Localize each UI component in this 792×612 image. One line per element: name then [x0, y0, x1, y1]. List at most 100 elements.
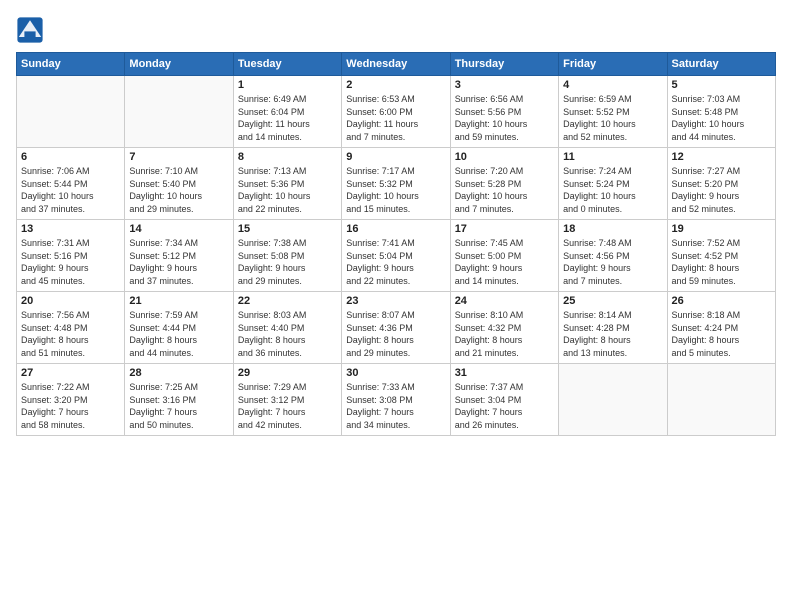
weekday-header-friday: Friday [559, 53, 667, 76]
day-number: 24 [455, 295, 554, 307]
day-info: Sunrise: 7:34 AM Sunset: 5:12 PM Dayligh… [129, 237, 228, 287]
day-cell: 10 Sunrise: 7:20 AM Sunset: 5:28 PM Dayli… [450, 148, 558, 220]
day-number: 5 [672, 79, 771, 91]
day-cell: 27 Sunrise: 7:22 AM Sunset: 3:20 PM Dayli… [17, 364, 125, 436]
day-info: Sunrise: 7:37 AM Sunset: 3:04 PM Dayligh… [455, 381, 554, 431]
day-cell: 9 Sunrise: 7:17 AM Sunset: 5:32 PM Daylig… [342, 148, 450, 220]
day-number: 3 [455, 79, 554, 91]
day-cell: 16Sunrise: 7:41 AM Sunset: 5:04 PM Dayli… [342, 220, 450, 292]
day-info: Sunrise: 7:48 AM Sunset: 4:56 PM Dayligh… [563, 237, 662, 287]
day-info: Sunrise: 7:20 AM Sunset: 5:28 PM Dayligh… [455, 165, 554, 215]
day-info: Sunrise: 7:22 AM Sunset: 3:20 PM Dayligh… [21, 381, 120, 431]
day-number: 20 [21, 295, 120, 307]
day-info: Sunrise: 8:14 AM Sunset: 4:28 PM Dayligh… [563, 309, 662, 359]
day-cell [17, 76, 125, 148]
day-info: Sunrise: 7:31 AM Sunset: 5:16 PM Dayligh… [21, 237, 120, 287]
day-number: 28 [129, 367, 228, 379]
day-cell: 8 Sunrise: 7:13 AM Sunset: 5:36 PM Daylig… [233, 148, 341, 220]
day-number: 30 [346, 367, 445, 379]
weekday-header-saturday: Saturday [667, 53, 775, 76]
day-number: 18 [563, 223, 662, 235]
week-row-1: 6Sunrise: 7:06 AM Sunset: 5:44 PM Daylig… [17, 148, 776, 220]
day-info: Sunrise: 7:45 AM Sunset: 5:00 PM Dayligh… [455, 237, 554, 287]
day-cell: 31 Sunrise: 7:37 AM Sunset: 3:04 PM Dayli… [450, 364, 558, 436]
page-container: SundayMondayTuesdayWednesdayThursdayFrid… [0, 0, 792, 444]
day-number: 23 [346, 295, 445, 307]
weekday-header-thursday: Thursday [450, 53, 558, 76]
day-number: 31 [455, 367, 554, 379]
weekday-header-monday: Monday [125, 53, 233, 76]
day-cell: 3 Sunrise: 6:56 AM Sunset: 5:56 PM Daylig… [450, 76, 558, 148]
day-number: 22 [238, 295, 337, 307]
day-info: Sunrise: 6:56 AM Sunset: 5:56 PM Dayligh… [455, 93, 554, 143]
day-number: 13 [21, 223, 120, 235]
day-cell [667, 364, 775, 436]
day-cell: 15 Sunrise: 7:38 AM Sunset: 5:08 PM Dayli… [233, 220, 341, 292]
day-number: 12 [672, 151, 771, 163]
day-info: Sunrise: 7:10 AM Sunset: 5:40 PM Dayligh… [129, 165, 228, 215]
calendar-table: SundayMondayTuesdayWednesdayThursdayFrid… [16, 52, 776, 436]
day-cell: 30Sunrise: 7:33 AM Sunset: 3:08 PM Dayli… [342, 364, 450, 436]
day-number: 4 [563, 79, 662, 91]
day-cell: 2Sunrise: 6:53 AM Sunset: 6:00 PM Daylig… [342, 76, 450, 148]
weekday-header-sunday: Sunday [17, 53, 125, 76]
day-number: 10 [455, 151, 554, 163]
day-cell: 12 Sunrise: 7:27 AM Sunset: 5:20 PM Dayli… [667, 148, 775, 220]
day-cell: 26Sunrise: 8:18 AM Sunset: 4:24 PM Dayli… [667, 292, 775, 364]
day-number: 15 [238, 223, 337, 235]
day-info: Sunrise: 7:24 AM Sunset: 5:24 PM Dayligh… [563, 165, 662, 215]
day-info: Sunrise: 7:06 AM Sunset: 5:44 PM Dayligh… [21, 165, 120, 215]
day-cell: 18 Sunrise: 7:48 AM Sunset: 4:56 PM Dayli… [559, 220, 667, 292]
day-cell: 24 Sunrise: 8:10 AM Sunset: 4:32 PM Dayli… [450, 292, 558, 364]
day-number: 16 [346, 223, 445, 235]
day-cell: 5 Sunrise: 7:03 AM Sunset: 5:48 PM Daylig… [667, 76, 775, 148]
day-cell: 25 Sunrise: 8:14 AM Sunset: 4:28 PM Dayli… [559, 292, 667, 364]
day-number: 27 [21, 367, 120, 379]
day-info: Sunrise: 7:59 AM Sunset: 4:44 PM Dayligh… [129, 309, 228, 359]
day-number: 8 [238, 151, 337, 163]
day-info: Sunrise: 7:38 AM Sunset: 5:08 PM Dayligh… [238, 237, 337, 287]
day-number: 17 [455, 223, 554, 235]
day-info: Sunrise: 8:18 AM Sunset: 4:24 PM Dayligh… [672, 309, 771, 359]
week-row-4: 27 Sunrise: 7:22 AM Sunset: 3:20 PM Dayli… [17, 364, 776, 436]
day-cell: 6Sunrise: 7:06 AM Sunset: 5:44 PM Daylig… [17, 148, 125, 220]
day-number: 19 [672, 223, 771, 235]
day-cell [125, 76, 233, 148]
day-number: 2 [346, 79, 445, 91]
day-cell: 20 Sunrise: 7:56 AM Sunset: 4:48 PM Dayli… [17, 292, 125, 364]
day-cell: 29Sunrise: 7:29 AM Sunset: 3:12 PM Dayli… [233, 364, 341, 436]
day-number: 11 [563, 151, 662, 163]
header [16, 16, 776, 44]
day-cell: 14 Sunrise: 7:34 AM Sunset: 5:12 PM Dayli… [125, 220, 233, 292]
day-info: Sunrise: 7:17 AM Sunset: 5:32 PM Dayligh… [346, 165, 445, 215]
week-row-0: 1 Sunrise: 6:49 AM Sunset: 6:04 PM Daylig… [17, 76, 776, 148]
day-cell: 4Sunrise: 6:59 AM Sunset: 5:52 PM Daylig… [559, 76, 667, 148]
weekday-header-row: SundayMondayTuesdayWednesdayThursdayFrid… [17, 53, 776, 76]
week-row-2: 13 Sunrise: 7:31 AM Sunset: 5:16 PM Dayli… [17, 220, 776, 292]
day-number: 14 [129, 223, 228, 235]
day-cell: 21Sunrise: 7:59 AM Sunset: 4:44 PM Dayli… [125, 292, 233, 364]
day-info: Sunrise: 8:10 AM Sunset: 4:32 PM Dayligh… [455, 309, 554, 359]
day-info: Sunrise: 7:52 AM Sunset: 4:52 PM Dayligh… [672, 237, 771, 287]
day-info: Sunrise: 7:56 AM Sunset: 4:48 PM Dayligh… [21, 309, 120, 359]
day-cell: 19 Sunrise: 7:52 AM Sunset: 4:52 PM Dayli… [667, 220, 775, 292]
week-row-3: 20 Sunrise: 7:56 AM Sunset: 4:48 PM Dayli… [17, 292, 776, 364]
day-cell: 17 Sunrise: 7:45 AM Sunset: 5:00 PM Dayli… [450, 220, 558, 292]
day-info: Sunrise: 7:25 AM Sunset: 3:16 PM Dayligh… [129, 381, 228, 431]
day-number: 9 [346, 151, 445, 163]
day-cell: 1 Sunrise: 6:49 AM Sunset: 6:04 PM Daylig… [233, 76, 341, 148]
day-cell: 13 Sunrise: 7:31 AM Sunset: 5:16 PM Dayli… [17, 220, 125, 292]
day-number: 25 [563, 295, 662, 307]
day-info: Sunrise: 6:49 AM Sunset: 6:04 PM Dayligh… [238, 93, 337, 143]
day-info: Sunrise: 8:07 AM Sunset: 4:36 PM Dayligh… [346, 309, 445, 359]
day-info: Sunrise: 7:03 AM Sunset: 5:48 PM Dayligh… [672, 93, 771, 143]
day-number: 1 [238, 79, 337, 91]
day-info: Sunrise: 7:27 AM Sunset: 5:20 PM Dayligh… [672, 165, 771, 215]
day-info: Sunrise: 8:03 AM Sunset: 4:40 PM Dayligh… [238, 309, 337, 359]
day-cell: 11 Sunrise: 7:24 AM Sunset: 5:24 PM Dayli… [559, 148, 667, 220]
day-cell: 23 Sunrise: 8:07 AM Sunset: 4:36 PM Dayli… [342, 292, 450, 364]
day-info: Sunrise: 7:13 AM Sunset: 5:36 PM Dayligh… [238, 165, 337, 215]
logo-icon [16, 16, 44, 44]
day-number: 7 [129, 151, 228, 163]
weekday-header-wednesday: Wednesday [342, 53, 450, 76]
